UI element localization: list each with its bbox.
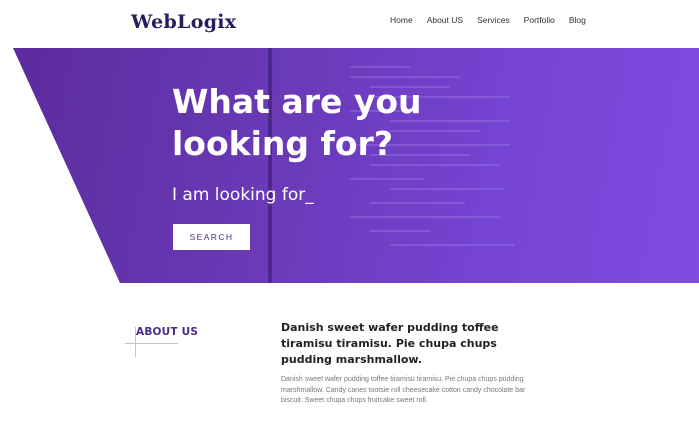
hero-title: What are you looking for? xyxy=(172,81,422,165)
site-logo[interactable]: WebLogix xyxy=(131,11,236,33)
nav-home[interactable]: Home xyxy=(390,15,413,25)
nav-about-us[interactable]: About US xyxy=(427,15,463,25)
search-button[interactable]: SEARCH xyxy=(173,224,250,250)
site-header: WebLogix Home About US Services Portfoli… xyxy=(0,0,699,48)
about-label: ABOUT US xyxy=(136,326,199,338)
about-body-text: Danish sweet wafer pudding toffee tirami… xyxy=(281,376,526,404)
about-heading: Danish sweet wafer pudding toffee tirami… xyxy=(281,321,499,366)
hero-section: What are you looking for? I am looking f… xyxy=(0,48,699,283)
about-decor-horizontal-line xyxy=(125,343,178,344)
hero-subtitle: I am looking for_ xyxy=(172,185,314,205)
hero-title-line-2: looking for? xyxy=(172,124,393,163)
nav-portfolio[interactable]: Portfolio xyxy=(524,15,555,25)
nav-blog[interactable]: Blog xyxy=(569,15,586,25)
main-nav: Home About US Services Portfolio Blog xyxy=(390,15,600,25)
hero-title-line-1: What are you xyxy=(172,82,422,121)
nav-services[interactable]: Services xyxy=(477,15,510,25)
